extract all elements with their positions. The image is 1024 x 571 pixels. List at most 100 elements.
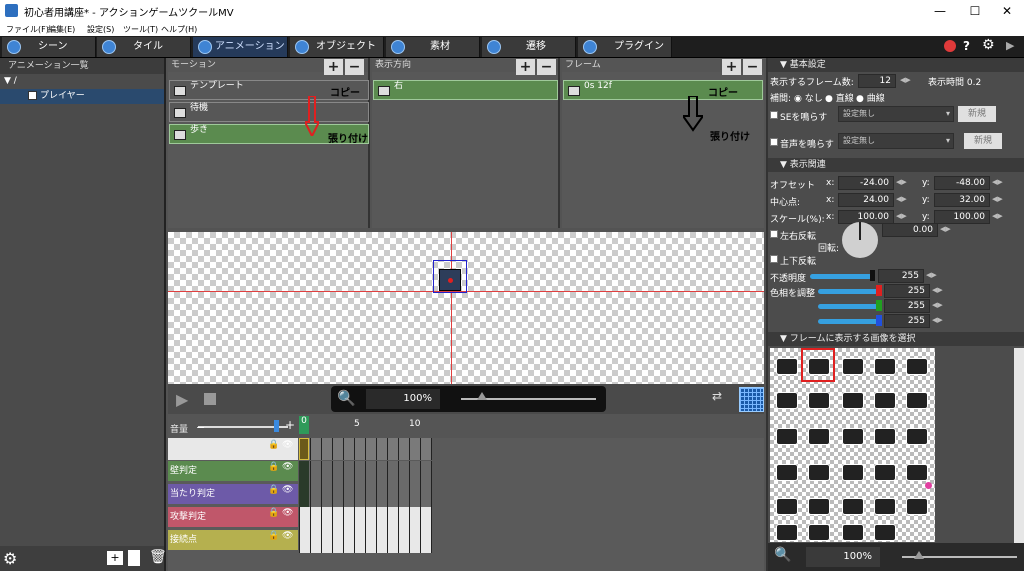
add-keyframe-icon[interactable]: + bbox=[285, 418, 295, 432]
opacity-spinner[interactable]: ◀▶ bbox=[926, 271, 937, 279]
se-select[interactable]: 設定無し ▾ bbox=[838, 106, 954, 122]
sprite-image-grid[interactable] bbox=[770, 348, 935, 542]
zoom-value[interactable]: 100% bbox=[366, 389, 440, 409]
scale-y-spinner[interactable]: ◀▶ bbox=[992, 212, 1003, 220]
menu-tools[interactable]: ツール(T) bbox=[123, 24, 158, 35]
sprite-thumb[interactable] bbox=[808, 498, 830, 515]
sprite-thumb[interactable] bbox=[776, 524, 798, 541]
opacity-input[interactable]: 255 bbox=[878, 269, 924, 283]
animation-canvas[interactable] bbox=[168, 232, 764, 384]
close-window-button[interactable]: ✕ bbox=[992, 2, 1022, 20]
display-header[interactable]: ▼ 表示関連 bbox=[768, 158, 1024, 172]
sprite-thumb[interactable] bbox=[874, 464, 896, 481]
sprite-thumb[interactable] bbox=[874, 428, 896, 445]
center-y-spinner[interactable]: ◀▶ bbox=[992, 195, 1003, 203]
voice-select[interactable]: 設定無し ▾ bbox=[838, 133, 954, 149]
eye-icon[interactable]: 👁 bbox=[282, 440, 293, 450]
sprite-thumb[interactable] bbox=[776, 498, 798, 515]
tab-tile[interactable]: タイル bbox=[97, 37, 191, 57]
tab-transition[interactable]: 遷移 bbox=[482, 37, 576, 57]
scale-x-spinner[interactable]: ◀▶ bbox=[896, 212, 907, 220]
record-icon[interactable] bbox=[944, 40, 956, 52]
rotate-input[interactable]: 0.00 bbox=[882, 223, 938, 237]
green-spinner[interactable]: ◀▶ bbox=[932, 301, 943, 309]
gear-icon[interactable]: ⚙ bbox=[982, 37, 995, 53]
voice-new-button[interactable]: 新規 bbox=[964, 133, 1002, 149]
red-spinner[interactable]: ◀▶ bbox=[932, 286, 943, 294]
interp-none-radio[interactable]: ◉ なし bbox=[794, 91, 823, 104]
sprite-thumb[interactable] bbox=[842, 358, 864, 375]
folder-root[interactable]: ▼ / bbox=[0, 74, 164, 89]
sprite-thumb[interactable] bbox=[842, 498, 864, 515]
lock-icon[interactable]: 🔒 bbox=[268, 531, 279, 541]
remove-frame-button[interactable]: − bbox=[743, 59, 762, 75]
remove-motion-button[interactable]: − bbox=[345, 59, 364, 75]
offset-x-spinner[interactable]: ◀▶ bbox=[896, 178, 907, 186]
add-motion-button[interactable]: + bbox=[324, 59, 343, 75]
lock-icon[interactable]: 🔒 bbox=[268, 485, 279, 495]
sprite-thumb[interactable] bbox=[906, 428, 928, 445]
basic-settings-header[interactable]: ▼ 基本設定 bbox=[768, 58, 1024, 72]
scale-y-input[interactable]: 100.00 bbox=[934, 210, 990, 224]
sprite-thumb[interactable] bbox=[906, 358, 928, 375]
green-thumb[interactable] bbox=[876, 300, 882, 311]
help-icon[interactable]: ? bbox=[963, 39, 970, 53]
flip-h-checkbox[interactable] bbox=[770, 230, 778, 238]
sprite-thumb[interactable] bbox=[776, 428, 798, 445]
green-input[interactable]: 255 bbox=[884, 299, 930, 313]
blue-input[interactable]: 255 bbox=[884, 314, 930, 328]
blue-slider[interactable] bbox=[818, 319, 878, 324]
remove-direction-button[interactable]: − bbox=[537, 59, 556, 75]
sprite-thumb[interactable] bbox=[842, 524, 864, 541]
eye-icon[interactable]: 👁 bbox=[282, 485, 293, 495]
onion-eye-icon[interactable]: ⇄ bbox=[712, 389, 734, 409]
frame-count-spinner[interactable]: ◀▶ bbox=[900, 76, 911, 84]
settings-gear-icon[interactable]: ⚙ bbox=[3, 549, 17, 568]
menu-file[interactable]: ファイル(F) bbox=[6, 24, 49, 35]
eye-icon[interactable]: 👁 bbox=[282, 462, 293, 472]
offset-y-spinner[interactable]: ◀▶ bbox=[992, 178, 1003, 186]
play-icon[interactable]: ▶ bbox=[176, 390, 188, 409]
lock-icon[interactable]: 🔒 bbox=[268, 508, 279, 518]
image-scrollbar[interactable] bbox=[1014, 348, 1024, 543]
sprite-thumb[interactable] bbox=[842, 464, 864, 481]
interp-curve-radio[interactable]: ● 曲線 bbox=[856, 91, 885, 104]
menu-edit[interactable]: 編集(E) bbox=[48, 24, 75, 35]
center-x-input[interactable]: 24.00 bbox=[838, 193, 894, 207]
sprite-thumb[interactable] bbox=[874, 358, 896, 375]
character-sprite[interactable] bbox=[439, 269, 461, 291]
grid-toggle-icon[interactable] bbox=[739, 387, 764, 412]
flip-v-checkbox[interactable] bbox=[770, 255, 778, 263]
lock-icon[interactable]: 🔒 bbox=[268, 462, 279, 472]
offset-x-input[interactable]: -24.00 bbox=[838, 176, 894, 190]
sprite-thumb[interactable] bbox=[808, 524, 830, 541]
red-slider[interactable] bbox=[818, 289, 878, 294]
se-new-button[interactable]: 新規 bbox=[958, 106, 996, 122]
stop-icon[interactable] bbox=[204, 393, 216, 405]
sprite-thumb[interactable] bbox=[874, 524, 896, 541]
sprite-thumb[interactable] bbox=[906, 498, 928, 515]
sprite-thumb[interactable] bbox=[874, 498, 896, 515]
tab-scene[interactable]: シーン bbox=[2, 37, 96, 57]
scale-x-input[interactable]: 100.00 bbox=[838, 210, 894, 224]
rotate-spinner[interactable]: ◀▶ bbox=[940, 225, 951, 233]
eye-icon[interactable]: 👁 bbox=[282, 531, 293, 541]
lock-icon[interactable]: 🔒 bbox=[268, 440, 279, 450]
sprite-thumb[interactable] bbox=[776, 392, 798, 409]
add-frame-button[interactable]: + bbox=[722, 59, 741, 75]
sprite-thumb[interactable] bbox=[874, 392, 896, 409]
eye-icon[interactable]: 👁 bbox=[282, 508, 293, 518]
maximize-button[interactable]: ☐ bbox=[960, 2, 990, 20]
tab-animation[interactable]: アニメーション bbox=[193, 37, 288, 57]
frame-count-input[interactable]: 12 bbox=[858, 74, 896, 88]
list-item-player[interactable]: プレイヤー bbox=[0, 89, 164, 104]
opacity-thumb[interactable] bbox=[870, 270, 875, 281]
zoom-thumb[interactable] bbox=[477, 392, 487, 400]
blue-spinner[interactable]: ◀▶ bbox=[932, 316, 943, 324]
sprite-thumb[interactable] bbox=[906, 464, 928, 481]
opacity-slider[interactable] bbox=[810, 274, 872, 279]
se-checkbox[interactable] bbox=[770, 111, 778, 119]
tab-object[interactable]: オブジェクト bbox=[290, 37, 384, 57]
sprite-thumb[interactable] bbox=[808, 428, 830, 445]
menu-help[interactable]: ヘルプ(H) bbox=[161, 24, 197, 35]
